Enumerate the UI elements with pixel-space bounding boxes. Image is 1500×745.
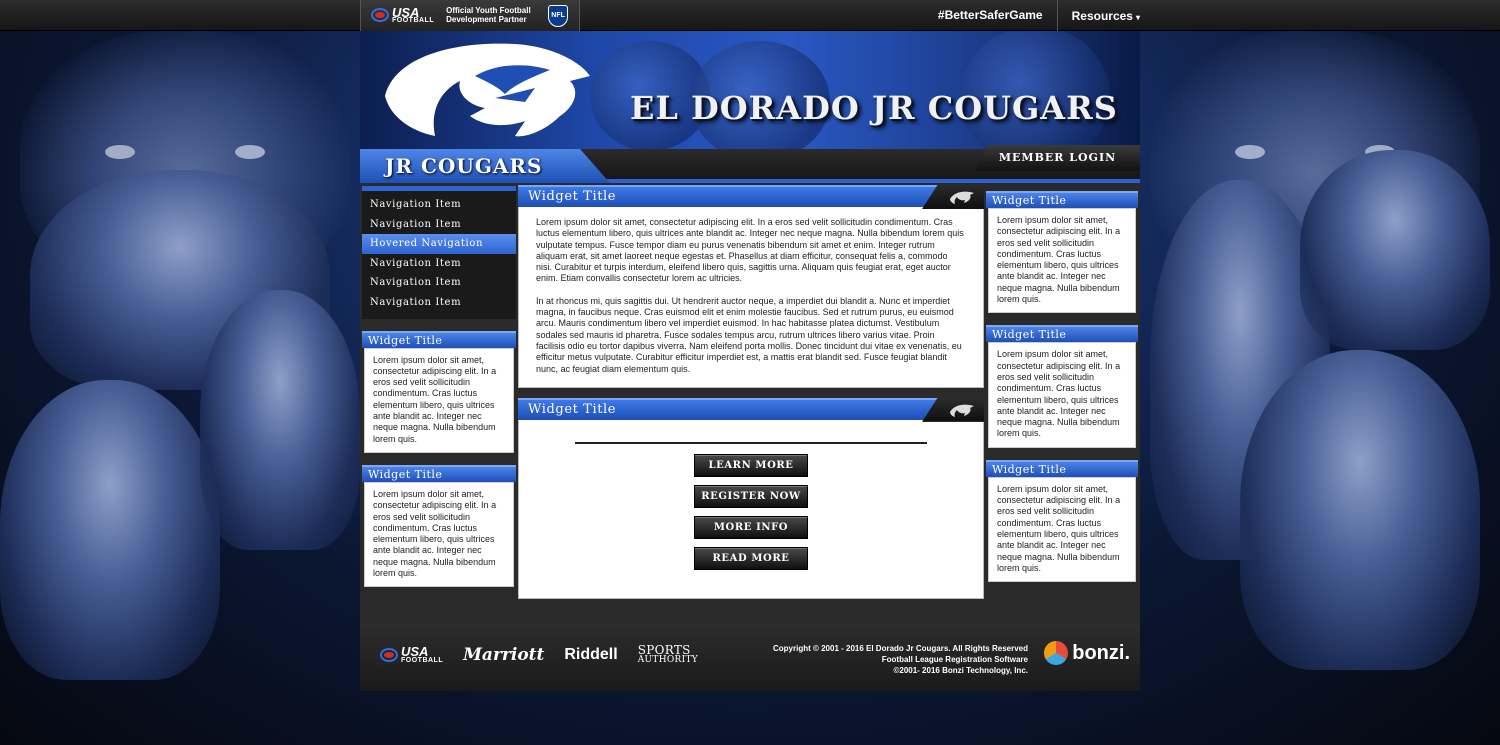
read-more-button[interactable]: READ MORE xyxy=(694,546,808,570)
button-stack: LEARN MORE REGISTER NOW MORE INFO READ M… xyxy=(536,453,966,570)
site-title: EL DORADO JR COUGARS xyxy=(630,89,1118,127)
usa-football-icon xyxy=(371,8,389,23)
widget-title: Widget Title xyxy=(986,325,1138,343)
copyright-line-1: Copyright © 2001 - 2016 El Dorado Jr Cou… xyxy=(772,644,1028,653)
usa-football-sponsor-logo[interactable]: USA FOOTBALL xyxy=(380,644,444,664)
learn-more-button[interactable]: LEARN MORE xyxy=(694,453,808,477)
bonzi-text: bonzi. xyxy=(1072,641,1130,664)
nav-item[interactable]: Navigation Item xyxy=(362,215,516,235)
cougar-logo-icon[interactable] xyxy=(365,36,595,146)
usa-football-icon xyxy=(380,647,398,662)
widget-title: Widget Title xyxy=(528,401,617,417)
content-area: Navigation Item Navigation Item Hovered … xyxy=(360,183,1140,623)
right-widget-3: Widget Title Lorem ipsum dolor sit amet,… xyxy=(986,459,1138,583)
chevron-down-icon: ▾ xyxy=(1135,12,1140,22)
member-login-button[interactable]: MEMBER LOGIN xyxy=(975,145,1140,171)
main-widget-body: Lorem ipsum dolor sit amet, consectetur … xyxy=(518,207,984,388)
widget-body: Lorem ipsum dolor sit amet, consectetur … xyxy=(364,481,514,588)
bonzi-logo[interactable]: bonzi. xyxy=(1044,641,1130,665)
widget-body: Lorem ipsum dolor sit amet, consectetur … xyxy=(988,476,1136,583)
paragraph: In at rhoncus mi, quis sagittis dui. Ut … xyxy=(536,295,962,374)
widget-title: Widget Title xyxy=(362,464,516,482)
usa-logo-subtext: FOOTBALL xyxy=(401,656,444,664)
sub-header: JR COUGARS MEMBER LOGIN xyxy=(360,145,1140,183)
partner-text: Official Youth Football Development Part… xyxy=(446,6,536,25)
player-photo-left-2 xyxy=(200,290,360,550)
usa-logo-text: USA xyxy=(401,644,429,659)
nav-item-hovered[interactable]: Hovered Navigation xyxy=(362,234,516,254)
riddell-logo[interactable]: Riddell xyxy=(564,646,617,664)
widget-body: Lorem ipsum dolor sit amet, consectetur … xyxy=(364,347,514,453)
top-bar: USA FOOTBALL Official Youth Football Dev… xyxy=(0,0,1500,31)
widget-body: Lorem ipsum dolor sit amet, consectetur … xyxy=(988,208,1136,314)
usa-logo-subtext: FOOTBALL xyxy=(392,17,435,25)
paragraph: Lorem ipsum dolor sit amet, consectetur … xyxy=(536,217,964,284)
cheerleader-photo-right xyxy=(1300,150,1490,350)
buttons-widget: Widget Title LEARN MORE REGISTER NOW MOR… xyxy=(518,397,984,599)
more-info-button[interactable]: MORE INFO xyxy=(694,515,808,539)
left-widget-2: Widget Title Lorem ipsum dolor sit amet,… xyxy=(362,464,516,588)
sports-authority-logo[interactable]: SPORTS AUTHORITY xyxy=(637,643,698,665)
side-navigation: Navigation Item Navigation Item Hovered … xyxy=(362,186,516,319)
partner-box: USA FOOTBALL Official Youth Football Dev… xyxy=(360,0,580,31)
nav-item[interactable]: Navigation Item xyxy=(362,254,516,274)
copyright-line-2: Football League Registration Software xyxy=(881,655,1028,664)
sports-authority-line-2: AUTHORITY xyxy=(637,655,698,665)
widget-title: Widget Title xyxy=(362,330,516,348)
widget-body: Lorem ipsum dolor sit amet, consectetur … xyxy=(988,342,1136,448)
cougar-mini-icon xyxy=(950,404,974,417)
copyright-line-3: ©2001- 2016 Bonzi Technology, Inc. xyxy=(893,666,1028,675)
widget-title: Widget Title xyxy=(528,189,617,204)
right-widget-2: Widget Title Lorem ipsum dolor sit amet,… xyxy=(986,325,1138,448)
sports-authority-line-1: SPORTS xyxy=(637,643,691,657)
partner-line-2: Development Partner xyxy=(446,14,527,24)
cougar-badge xyxy=(922,397,984,422)
cougar-badge xyxy=(922,185,984,209)
right-column: Widget Title Lorem ipsum dolor sit amet,… xyxy=(986,191,1138,583)
player-photo-right-2 xyxy=(1240,350,1480,670)
resources-label: Resources xyxy=(1071,8,1133,23)
copyright: Copyright © 2001 - 2016 El Dorado Jr Cou… xyxy=(773,643,1028,676)
usa-football-logo[interactable]: USA FOOTBALL xyxy=(371,6,435,25)
jr-cougars-tab[interactable]: JR COUGARS xyxy=(360,149,610,183)
left-widget-1: Widget Title Lorem ipsum dolor sit amet,… xyxy=(362,330,516,453)
widget-title: Widget Title xyxy=(986,191,1138,208)
divider xyxy=(575,441,927,444)
cougar-mini-icon xyxy=(950,191,974,204)
widget-title: Widget Title xyxy=(986,459,1138,477)
nav-item[interactable]: Navigation Item xyxy=(362,195,516,215)
main-widget: Widget Title Lorem ipsum dolor sit amet,… xyxy=(518,185,984,388)
hashtag-link[interactable]: #BetterSaferGame xyxy=(924,0,1058,31)
player-photo-left-1 xyxy=(0,380,220,680)
buttons-widget-body: LEARN MORE REGISTER NOW MORE INFO READ M… xyxy=(518,419,984,599)
sponsor-logos: USA FOOTBALL Marriott Riddell SPORTS AUT… xyxy=(380,643,698,665)
nav-item[interactable]: Navigation Item xyxy=(362,273,516,293)
marriott-logo[interactable]: Marriott xyxy=(463,645,544,665)
right-widget-1: Widget Title Lorem ipsum dolor sit amet,… xyxy=(986,191,1138,314)
buttons-widget-header: Widget Title xyxy=(518,397,984,422)
register-now-button[interactable]: REGISTER NOW xyxy=(694,484,808,508)
resources-menu[interactable]: Resources ▾ xyxy=(1058,9,1140,23)
nfl-shield-icon[interactable]: NFL xyxy=(548,4,569,27)
main-widget-header: Widget Title xyxy=(518,185,984,209)
nav-item[interactable]: Navigation Item xyxy=(362,293,516,313)
center-column: Widget Title Lorem ipsum dolor sit amet,… xyxy=(518,185,984,599)
bonzi-icon xyxy=(1044,641,1069,665)
header-banner: EL DORADO JR COUGARS xyxy=(360,31,1140,149)
left-column: Navigation Item Navigation Item Hovered … xyxy=(362,183,516,588)
footer: USA FOOTBALL Marriott Riddell SPORTS AUT… xyxy=(360,623,1140,691)
